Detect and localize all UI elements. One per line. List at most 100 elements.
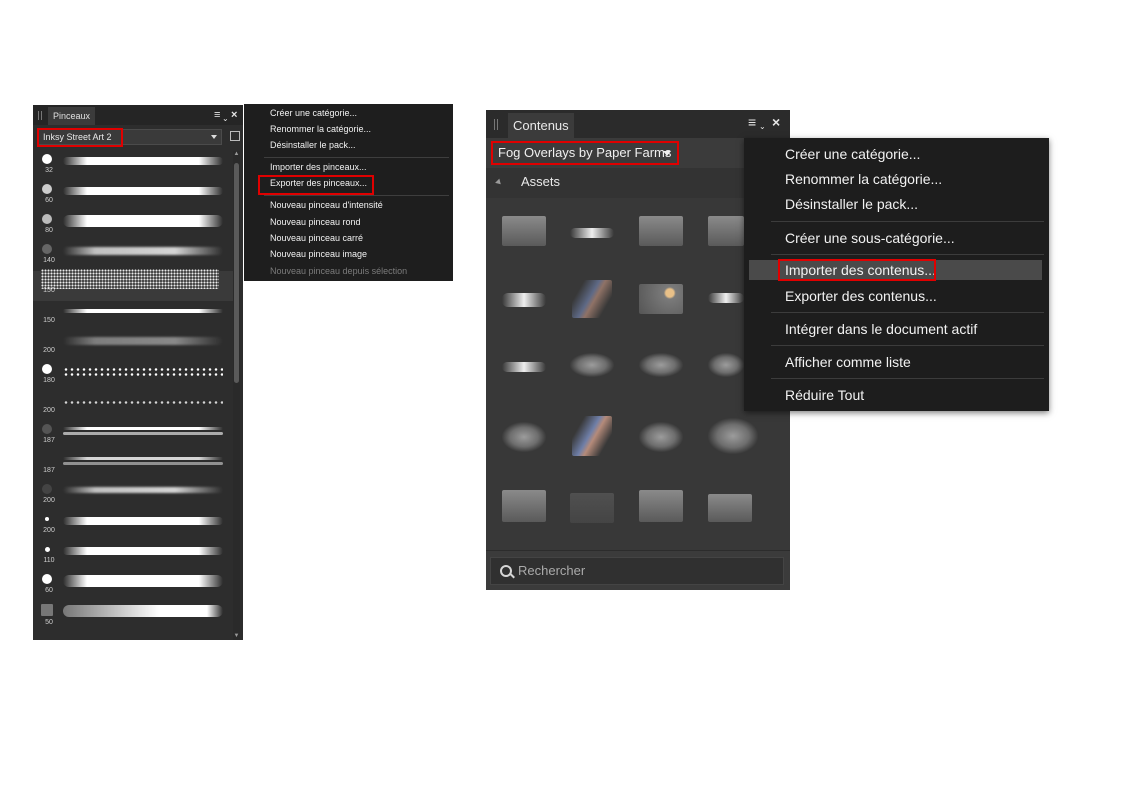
asset-thumbnail[interactable] [502,362,546,372]
asset-thumbnail[interactable] [502,216,546,246]
asset-thumbnail[interactable] [502,490,546,522]
asset-thumbnail[interactable] [570,493,614,523]
highlight-box-brush-category [37,128,123,147]
asset-thumbnail[interactable] [570,353,614,377]
asset-thumbnail[interactable] [572,416,612,456]
menu-item-new-brush-from-selection: Nouveau pinceau depuis sélection [270,266,408,276]
search-input[interactable]: Rechercher [490,557,784,585]
brush-tip-icon [42,424,52,434]
asset-thumbnail[interactable] [639,216,683,246]
panel-menu-icon[interactable]: ≡ [748,115,756,129]
brush-item[interactable]: 200 [33,511,233,541]
brush-item[interactable]: 180 [33,361,233,391]
brush-stroke-preview [63,187,223,195]
brush-item[interactable]: 200 [33,391,233,421]
menu-item-collapse-all[interactable]: Réduire Tout [785,387,864,403]
brush-tip-icon [45,547,50,552]
brush-tip-icon [42,244,52,254]
menu-item-import-brushes[interactable]: Importer des pinceaux... [270,162,367,172]
brush-stroke-preview [63,487,223,493]
menu-item-uninstall-pack[interactable]: Désinstaller le pack... [785,196,918,212]
menu-separator [771,378,1044,379]
brush-list[interactable]: 32 60 80 140 150 150 200 180 200 187 187… [33,151,233,640]
menu-item-rename-category[interactable]: Renommer la catégorie... [785,171,942,187]
scroll-up-icon[interactable]: ▲ [233,151,240,158]
brush-item[interactable]: 150 [33,269,233,301]
brush-item[interactable]: 140 [33,241,233,271]
menu-item-create-category[interactable]: Créer une catégorie... [785,146,920,162]
asset-thumbnail[interactable] [639,284,683,314]
chevron-down-icon [211,135,217,139]
drag-handle-icon[interactable] [494,119,498,130]
asset-thumbnail[interactable] [639,353,683,377]
assets-tab[interactable]: Contenus [508,113,574,138]
brush-item[interactable]: 200 [33,481,233,511]
brush-item[interactable]: 187 [33,421,233,451]
brush-tip-icon [45,517,49,521]
brush-tip-icon [42,154,52,164]
menu-item-new-square-brush[interactable]: Nouveau pinceau carré [270,233,363,243]
brush-item[interactable]: 110 [33,541,233,571]
brush-size: 187 [43,437,55,444]
brush-item[interactable]: 60 [33,181,233,211]
menu-separator [771,254,1044,255]
brush-size: 32 [45,167,53,174]
brush-stroke-preview [63,517,223,525]
menu-separator [264,195,449,196]
brush-stroke-preview [63,547,223,555]
brush-stroke-preview [63,400,223,405]
brush-stroke-preview [63,575,223,587]
menu-item-rename-category[interactable]: Renommer la catégorie... [270,124,371,134]
brush-size: 50 [45,619,53,626]
menu-item-create-subcategory[interactable]: Créer une sous-catégorie... [785,230,955,246]
asset-thumbnail[interactable] [708,418,758,454]
menu-item-new-round-brush[interactable]: Nouveau pinceau rond [270,217,361,227]
brush-item[interactable]: 80 [33,211,233,241]
scroll-down-icon[interactable]: ▼ [233,633,240,640]
menu-item-show-as-list[interactable]: Afficher comme liste [785,354,911,370]
brush-list-scrollbar[interactable]: ▲ ▼ [233,151,240,640]
brush-item[interactable]: 150 [33,301,233,331]
drag-handle-icon[interactable] [38,111,42,120]
collapse-triangle-icon[interactable] [495,178,503,187]
asset-thumbnail[interactable] [639,490,683,522]
menu-item-new-image-brush[interactable]: Nouveau pinceau image [270,249,367,259]
menu-item-new-intensity-brush[interactable]: Nouveau pinceau d'intensité [270,200,383,210]
menu-item-export-assets[interactable]: Exporter des contenus... [785,288,937,304]
brush-tip-icon [42,484,52,494]
scrollbar-thumb[interactable] [234,163,239,383]
brush-stroke-preview [63,457,223,460]
menu-item-create-category[interactable]: Créer une catégorie... [270,108,357,118]
brush-size: 200 [43,527,55,534]
brush-item[interactable]: 60 [33,571,233,601]
brush-tip-icon [42,574,52,584]
panel-menu-icon[interactable]: ≡ [214,110,220,121]
menu-item-uninstall-pack[interactable]: Désinstaller le pack... [270,140,356,150]
highlight-box-assets-category [491,141,679,165]
asset-thumbnail[interactable] [708,494,752,522]
assets-search-bar: Rechercher [486,550,790,590]
highlight-box-export-brushes [258,175,374,195]
asset-thumbnail[interactable] [570,228,614,238]
brushes-tab[interactable]: Pinceaux [48,107,96,125]
close-icon[interactable]: × [772,115,780,129]
asset-thumbnail[interactable] [639,422,683,452]
brush-item[interactable]: 187 [33,451,233,481]
brush-size: 150 [43,317,55,324]
brush-item[interactable]: 50 [33,601,233,631]
assets-panel-titlebar: Contenus ≡ ⌄ × [486,110,790,138]
asset-thumbnail[interactable] [708,293,744,303]
brush-item[interactable]: 32 [33,151,233,181]
brushes-panel-titlebar: Pinceaux ≡ ⌄ × [33,105,243,125]
menu-separator [771,345,1044,346]
view-mode-icon[interactable] [230,131,240,141]
asset-thumbnail[interactable] [708,216,744,246]
asset-thumbnail[interactable] [502,422,546,452]
brush-item[interactable]: 200 [33,331,233,361]
asset-thumbnail[interactable] [708,353,744,377]
menu-item-embed-in-document[interactable]: Intégrer dans le document actif [785,321,977,337]
close-icon[interactable]: × [231,110,237,121]
asset-thumbnail[interactable] [572,280,612,318]
asset-thumbnail[interactable] [502,293,546,307]
search-icon [500,565,512,577]
